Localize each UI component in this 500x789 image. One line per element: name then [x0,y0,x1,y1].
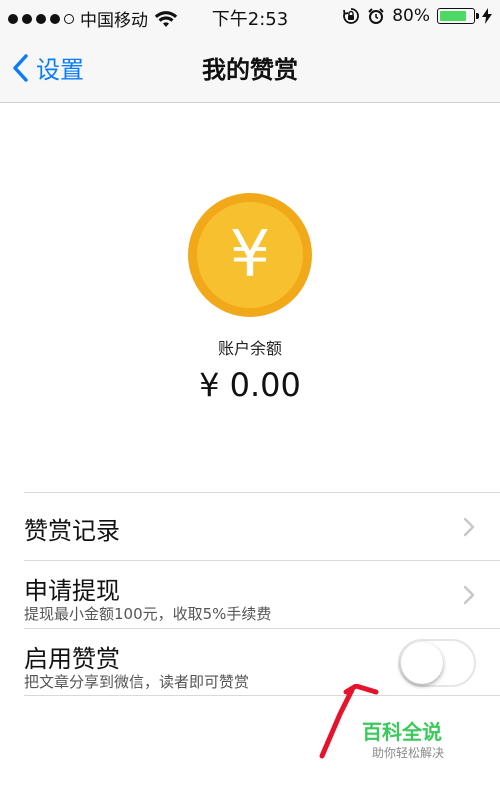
charging-icon [482,8,492,24]
row-subtitle: 把文章分享到微信，读者即可赞赏 [24,673,250,691]
navigation-bar: 设置 我的赞赏 [0,32,500,103]
toggle-knob [401,642,443,684]
row-request-withdrawal[interactable]: 申请提现 提现最小金额100元，收取5%手续费 [24,560,500,628]
status-right: 80% [342,6,492,26]
row-title: 赞赏记录 [24,517,120,545]
alarm-icon [368,8,384,24]
watermark-subtitle: 助你轻松解决 [372,746,445,760]
chevron-right-icon [463,585,475,605]
row-reward-history[interactable]: 赞赏记录 [24,492,500,560]
status-bar: 中国移动 下午2:53 80% [0,0,500,32]
back-button[interactable]: 设置 [12,50,84,85]
coin-symbol: ¥ [230,218,271,292]
coin-icon: ¥ [188,193,312,317]
row-title: 启用赞赏 [24,645,120,673]
watermark-title: 百科全说 [362,720,442,744]
chevron-left-icon [13,53,28,82]
rotation-lock-icon [343,8,360,24]
battery-fill [440,11,466,21]
enable-reward-toggle[interactable] [398,639,476,687]
back-label: 设置 [36,56,84,84]
battery-icon [437,8,479,24]
balance-value: ¥ 0.00 [199,366,301,404]
chevron-right-icon [463,517,475,537]
balance-label: 账户余额 [217,339,282,358]
row-enable-reward: 启用赞赏 把文章分享到微信，读者即可赞赏 [24,628,500,696]
settings-list: 赞赏记录 申请提现 提现最小金额100元，收取5%手续费 启用赞赏 把文章分享到… [24,492,500,696]
row-title: 申请提现 [24,577,120,605]
battery-percent: 80% [392,6,430,26]
row-subtitle: 提现最小金额100元，收取5%手续费 [24,605,272,623]
